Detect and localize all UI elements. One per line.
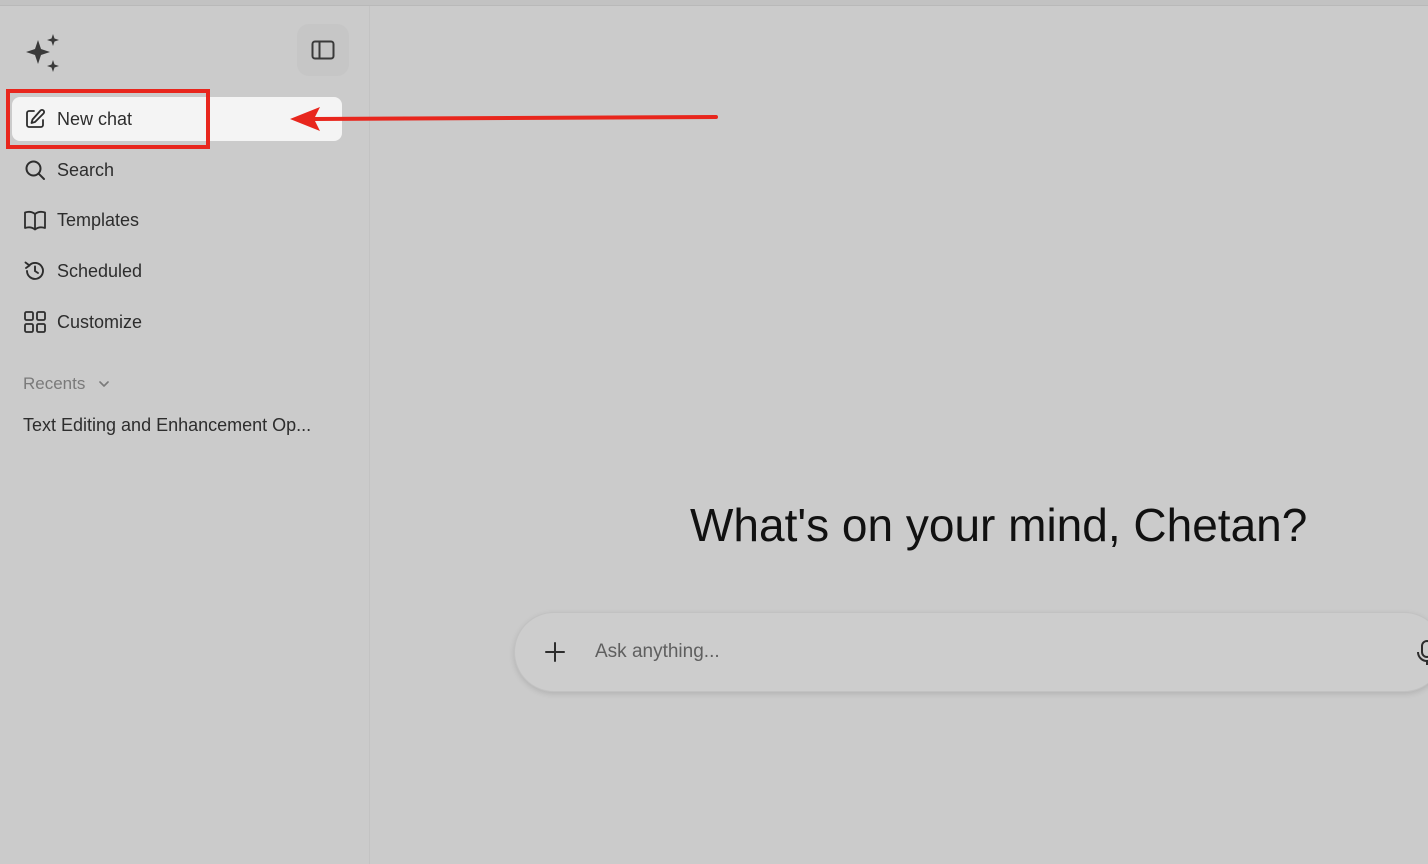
- sidebar-toggle-icon: [311, 40, 335, 60]
- clock-refresh-icon: [22, 258, 48, 284]
- sidebar-item-label: Templates: [57, 209, 140, 230]
- greeting-heading: What's on your mind, Chetan?: [690, 499, 1308, 551]
- microphone-icon[interactable]: [1415, 639, 1428, 667]
- sidebar-item-scheduled[interactable]: Scheduled: [12, 249, 342, 293]
- chat-input[interactable]: [595, 637, 1375, 667]
- sidebar-item-search[interactable]: Search: [12, 148, 342, 192]
- recents-toggle[interactable]: Recents: [23, 371, 111, 397]
- sidebar-item-templates[interactable]: Templates: [12, 198, 342, 242]
- chevron-down-icon: [99, 381, 110, 387]
- recent-chat-item[interactable]: Text Editing and Enhancement Op...: [23, 415, 343, 436]
- sidebar-item-label: Scheduled: [57, 260, 143, 281]
- plus-icon[interactable]: [543, 640, 567, 664]
- annotation-arrow: [290, 107, 718, 131]
- book-icon: [22, 207, 48, 233]
- sidebar-item-customize[interactable]: Customize: [12, 300, 342, 344]
- sparkles-icon[interactable]: [22, 34, 62, 74]
- sidebar-item-label: Search: [57, 159, 115, 180]
- composer: [514, 612, 1428, 692]
- search-icon: [22, 157, 48, 183]
- sidebar-toggle-button[interactable]: [297, 24, 349, 76]
- edit-icon: [22, 106, 48, 132]
- grid-icon: [22, 309, 48, 335]
- recents-label: Recents: [23, 374, 86, 393]
- sidebar-item-label: Customize: [57, 311, 143, 332]
- sidebar-item-label: New chat: [57, 108, 133, 129]
